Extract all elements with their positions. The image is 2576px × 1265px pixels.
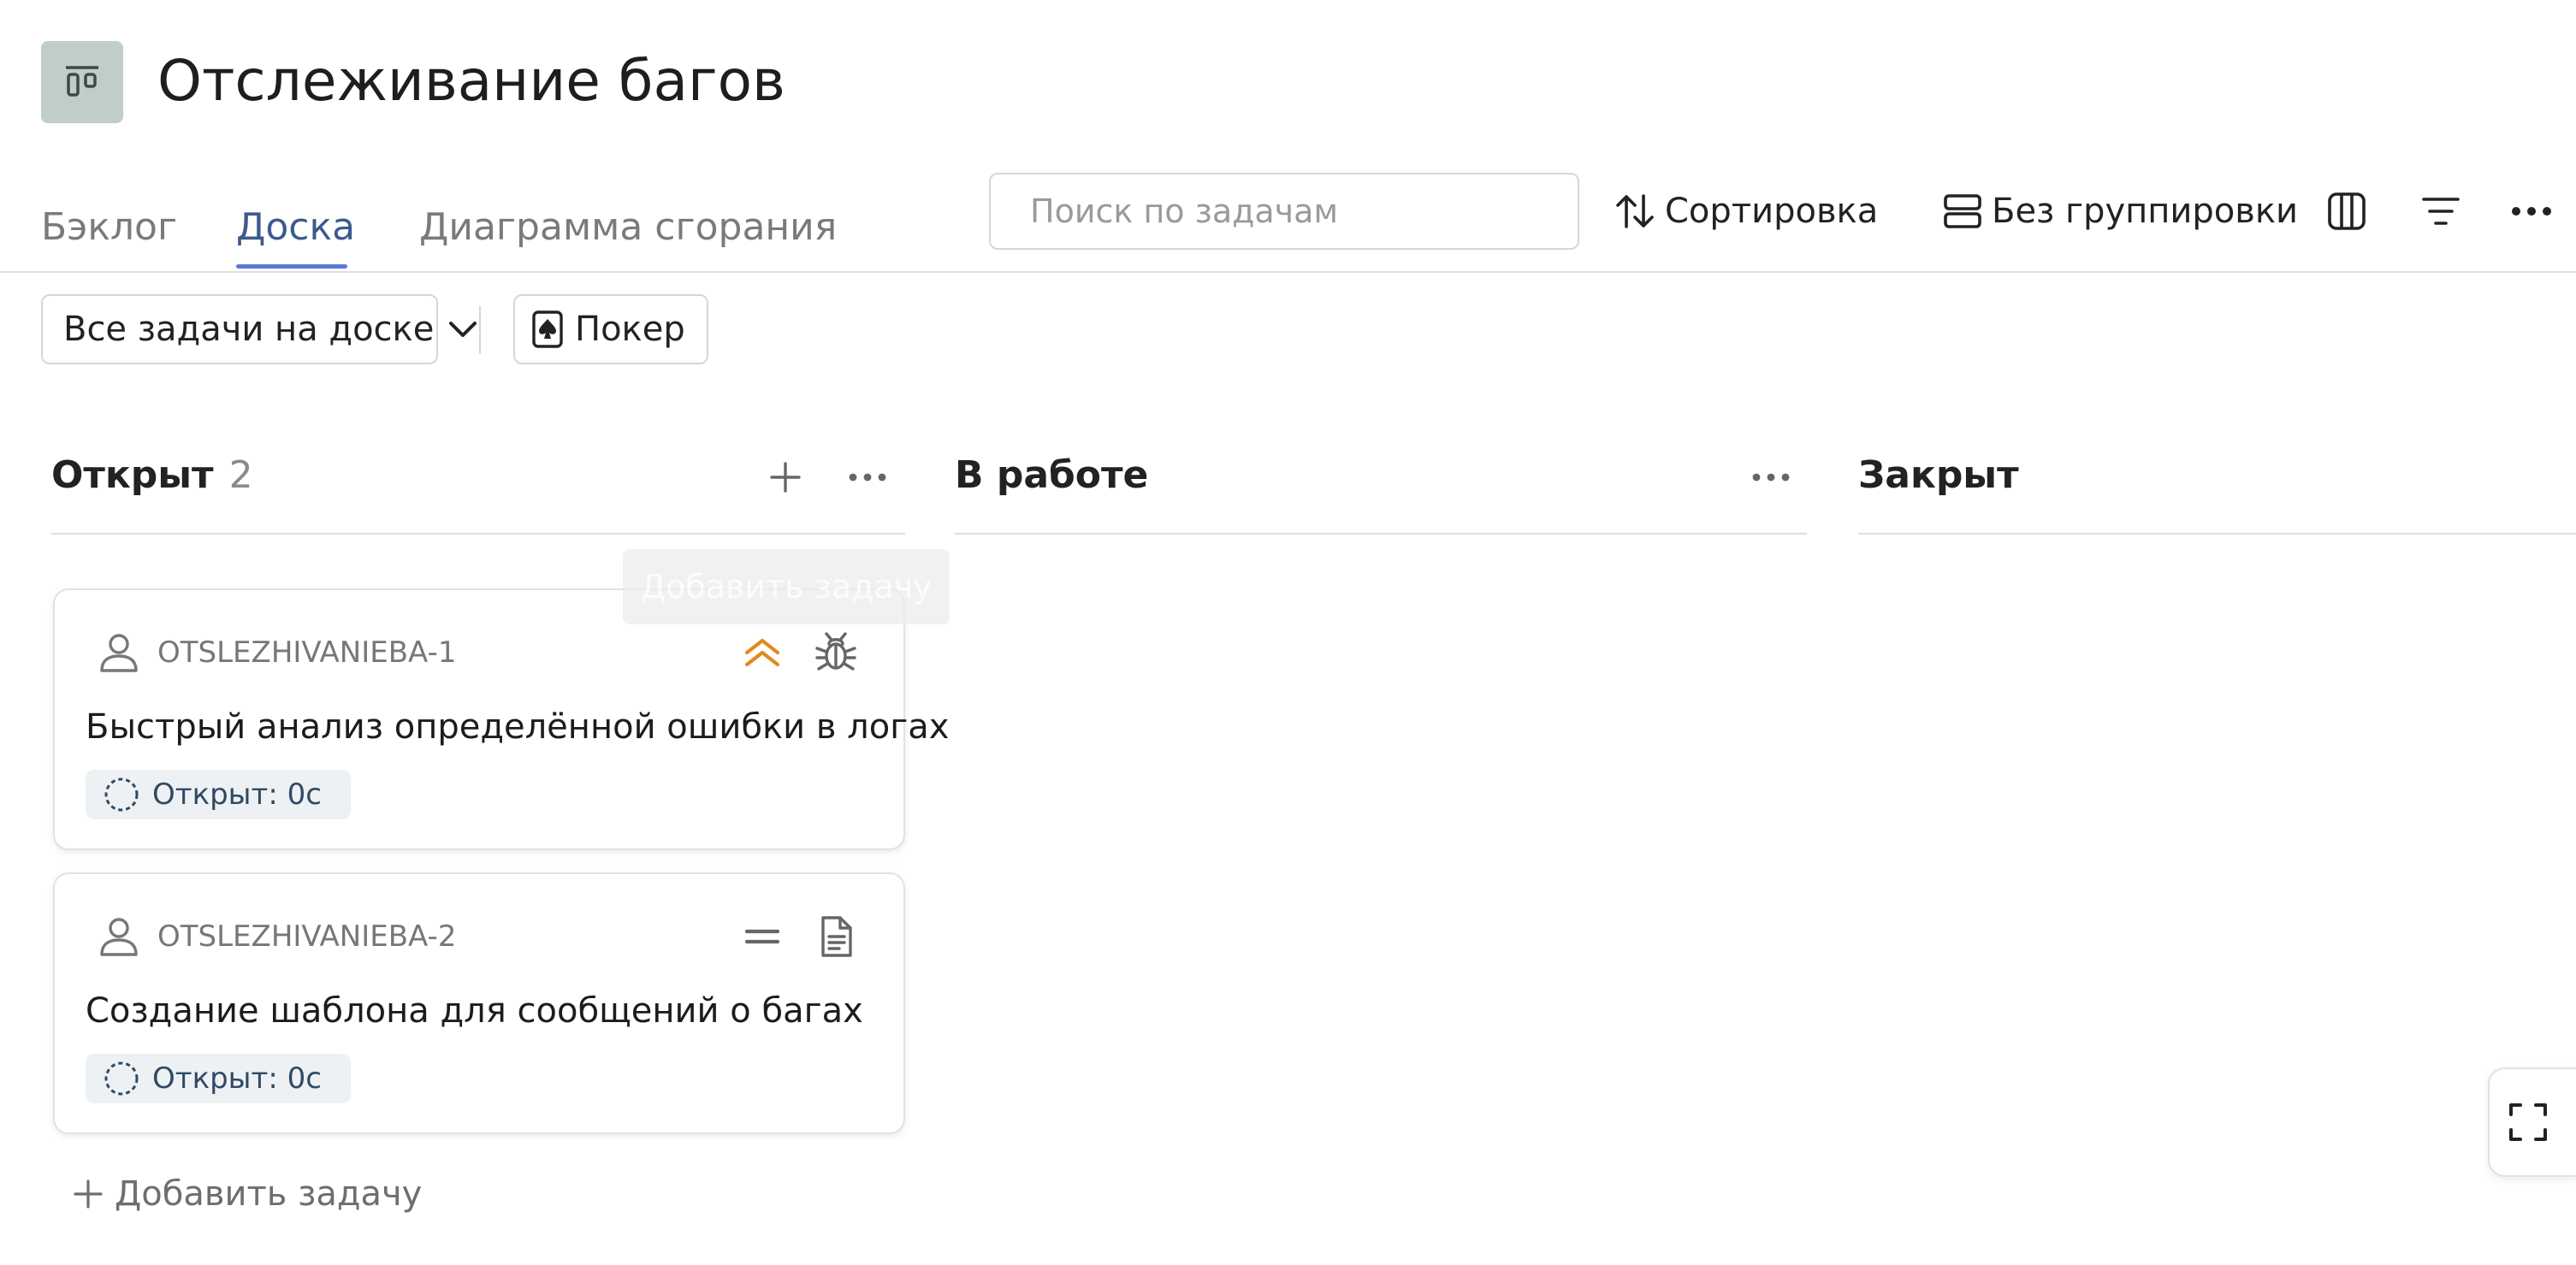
column-title-closed: Закрыт bbox=[1858, 453, 2019, 497]
grouping-label: Без группировки bbox=[1992, 192, 2299, 231]
chevron-down-icon bbox=[446, 312, 480, 346]
status-badge: Открыт: 0с bbox=[86, 770, 351, 819]
column-divider bbox=[1858, 533, 2576, 535]
status-badge: Открыт: 0с bbox=[86, 1054, 351, 1103]
filter-divider bbox=[479, 306, 481, 354]
add-task-icon[interactable] bbox=[761, 453, 809, 501]
search-input[interactable] bbox=[989, 173, 1579, 250]
tab-backlog[interactable]: Бэклог bbox=[41, 202, 177, 253]
column-more-icon[interactable] bbox=[1747, 453, 1795, 501]
task-card[interactable]: OTSLEZHIVANIEBA-1 Быстрый анализ определ… bbox=[53, 588, 949, 850]
poker-label: Покер bbox=[575, 310, 685, 349]
grouping-icon bbox=[1942, 191, 1983, 232]
column-divider bbox=[955, 533, 1807, 535]
column-title-open: Открыт 2 bbox=[51, 450, 253, 501]
status-open-icon bbox=[103, 776, 140, 813]
add-task-tooltip: Добавить задачу bbox=[623, 549, 950, 624]
more-horizontal-icon[interactable] bbox=[2503, 183, 2560, 239]
task-title[interactable]: Создание шаблона для сообщений о багах bbox=[86, 987, 863, 1035]
header-divider bbox=[0, 271, 2576, 273]
task-key[interactable]: OTSLEZHIVANIEBA-2 bbox=[157, 917, 456, 956]
task-key[interactable]: OTSLEZHIVANIEBA-1 bbox=[157, 633, 456, 672]
column-name: Открыт bbox=[51, 453, 214, 497]
poker-button[interactable]: Покер bbox=[513, 294, 708, 364]
fullscreen-button[interactable] bbox=[2488, 1067, 2576, 1177]
board-icon bbox=[41, 41, 123, 123]
column-title-in-progress: В работе bbox=[955, 453, 1149, 497]
tab-burndown[interactable]: Диаграмма сгорания bbox=[419, 202, 837, 253]
filter-icon[interactable] bbox=[2413, 183, 2469, 239]
column-more-icon[interactable] bbox=[844, 453, 891, 501]
board-scope-dropdown[interactable]: Все задачи на доске bbox=[41, 294, 477, 364]
sort-button[interactable]: Сортировка bbox=[1614, 183, 1878, 239]
tab-board[interactable]: Доска bbox=[236, 202, 355, 253]
columns-icon[interactable] bbox=[2318, 183, 2375, 239]
assignee-icon[interactable] bbox=[94, 628, 144, 677]
add-task-button[interactable]: Добавить задачу bbox=[72, 1168, 422, 1220]
task-card[interactable]: OTSLEZHIVANIEBA-2 Создание шаблона для с… bbox=[53, 872, 905, 1134]
assignee-icon[interactable] bbox=[94, 912, 144, 961]
add-task-label: Добавить задачу bbox=[115, 1174, 423, 1214]
page-title: Отслеживание багов bbox=[157, 48, 785, 114]
active-tab-indicator bbox=[236, 264, 347, 269]
document-icon bbox=[811, 912, 861, 961]
status-open-icon bbox=[103, 1060, 140, 1097]
status-text: Открыт: 0с bbox=[152, 777, 322, 812]
poker-card-icon bbox=[532, 310, 563, 348]
task-title[interactable]: Быстрый анализ определённой ошибки в лог… bbox=[86, 703, 949, 751]
bug-icon bbox=[811, 628, 861, 677]
priority-high-icon bbox=[739, 630, 785, 676]
priority-normal-icon bbox=[739, 913, 785, 960]
grouping-button[interactable]: Без группировки bbox=[1942, 183, 2298, 239]
sort-arrows-icon bbox=[1614, 190, 1656, 233]
status-text: Открыт: 0с bbox=[152, 1061, 322, 1096]
board-scope-label: Все задачи на доске bbox=[63, 310, 435, 349]
sort-label: Сортировка bbox=[1665, 192, 1879, 231]
fullscreen-icon bbox=[2507, 1101, 2549, 1144]
plus-icon bbox=[72, 1178, 104, 1210]
column-divider bbox=[51, 533, 905, 535]
column-count: 2 bbox=[228, 453, 253, 497]
